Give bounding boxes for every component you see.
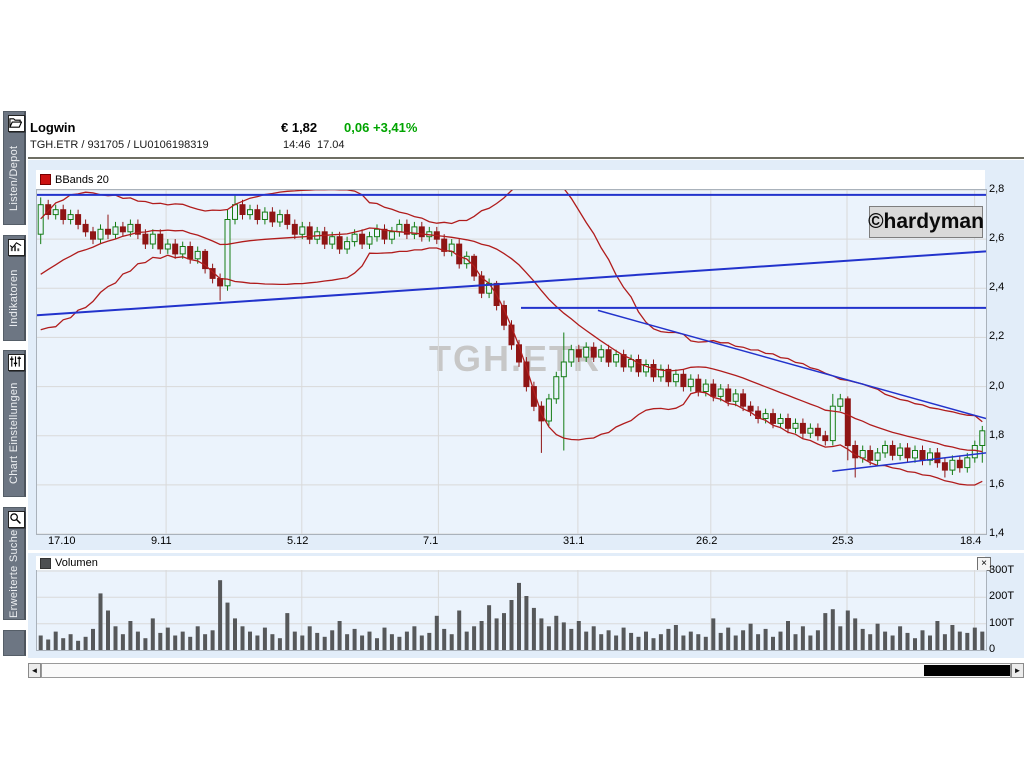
volume-tick-label: 200T	[989, 590, 1014, 602]
header-separator	[28, 157, 1024, 159]
price-tick-label: 2,2	[989, 330, 1004, 342]
sidebar-item-chart-einstellungen[interactable]: Chart Einstellungen	[3, 350, 26, 497]
price-tick-label: 2,8	[989, 183, 1004, 195]
volume-plot-area[interactable]	[36, 570, 987, 651]
volume-tick-label: 300T	[989, 564, 1014, 576]
sidebar-item-indikatoren[interactable]: Indikatoren	[3, 235, 26, 341]
time-axis: 17.109.115.127.131.126.225.318.4	[36, 535, 985, 550]
sidebar-item-listen-depot[interactable]: Listen/Depot	[3, 111, 26, 225]
scrollbar-thumb[interactable]	[924, 665, 1010, 676]
sidebar-item-label: Listen/Depot	[4, 134, 24, 222]
sidebar-item-erweiterte-suche[interactable]: Erweiterte Suche	[3, 507, 26, 620]
sliders-icon	[8, 354, 25, 371]
sidebar-item-label: Indikatoren	[4, 258, 24, 338]
time-tick-label: 5.12	[287, 535, 317, 547]
main-chart-legend-row: BBands 20	[36, 170, 985, 189]
change-absolute: 0,06	[344, 120, 369, 135]
time-tick-label: 7.1	[423, 535, 453, 547]
time-tick-label: 9.11	[151, 535, 181, 547]
price-tick-label: 1,6	[989, 478, 1004, 490]
price-tick-label: 1,4	[989, 527, 1004, 539]
time-tick-label: 25.3	[832, 535, 862, 547]
main-chart-panel: BBands 20 TGH.ETR ©hardyman 2,8 2,6 2,4 2,2…	[28, 160, 1024, 550]
scroll-left-button[interactable]: ◄	[28, 663, 41, 678]
volume-panel: Volumen × 300T200T100T0	[28, 553, 1024, 658]
quote-time: 14:46	[283, 139, 311, 151]
scroll-right-button[interactable]: ►	[1011, 663, 1024, 678]
scrollbar-track[interactable]	[41, 663, 1011, 678]
sidebar-item-label: Erweiterte Suche	[4, 530, 24, 617]
quote-date: 17.04	[317, 139, 345, 151]
volume-tick-label: 100T	[989, 617, 1014, 629]
instrument-name: Logwin	[30, 120, 76, 135]
main-plot-area[interactable]: TGH.ETR ©hardyman	[36, 189, 987, 535]
price-tick-label: 2,4	[989, 281, 1004, 293]
change-percent: +3,41%	[373, 120, 417, 135]
price-tick-label: 2,6	[989, 232, 1004, 244]
sidebar-end-cap	[3, 630, 26, 656]
volume-tick-label: 0	[989, 643, 995, 655]
sidebar-item-label: Chart Einstellungen	[4, 373, 24, 494]
volume-axis: 300T 200T 100T 0	[989, 564, 1024, 656]
folder-icon	[8, 115, 25, 132]
volume-legend-label: Volumen	[55, 557, 98, 569]
magnifier-icon	[8, 511, 25, 528]
volume-legend-swatch	[40, 558, 51, 569]
bbands-legend-swatch	[40, 174, 51, 185]
volume-legend-row: Volumen	[36, 556, 985, 570]
last-price: € 1,82	[281, 120, 317, 135]
price-tick-label: 1,8	[989, 429, 1004, 441]
indicator-chart-icon	[8, 239, 25, 256]
time-tick-label: 18.4	[960, 535, 990, 547]
time-tick-label: 26.2	[696, 535, 726, 547]
instrument-identifiers: TGH.ETR / 931705 / LU0106198319	[30, 139, 209, 151]
copyright-badge: ©hardyman	[869, 206, 983, 238]
bbands-legend-label: BBands 20	[55, 174, 109, 186]
price-axis: 2,82,62,42,22,01,81,61,4	[989, 189, 1024, 533]
time-tick-label: 17.10	[48, 535, 78, 547]
price-tick-label: 2,0	[989, 380, 1004, 392]
time-tick-label: 31.1	[563, 535, 593, 547]
